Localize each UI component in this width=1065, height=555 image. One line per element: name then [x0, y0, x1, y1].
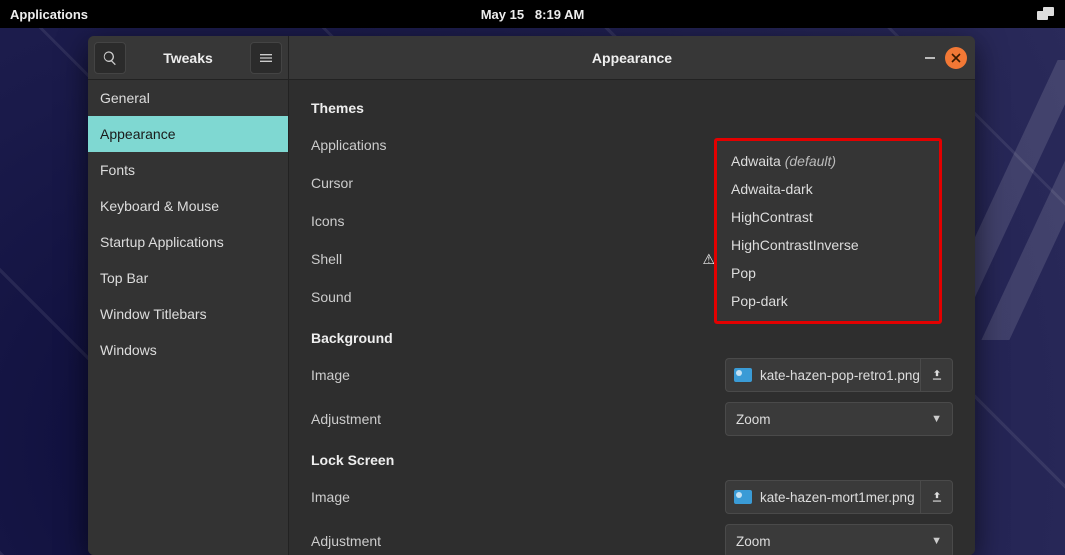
sidebar-item-keyboard-mouse[interactable]: Keyboard & Mouse	[88, 188, 288, 224]
background-adjustment-combo[interactable]: Zoom ▼	[725, 402, 953, 436]
close-icon	[951, 53, 961, 63]
upload-icon	[930, 368, 944, 382]
themes-applications-label: Applications	[311, 137, 491, 153]
search-icon	[102, 50, 118, 66]
clock-time: 8:19 AM	[535, 7, 584, 22]
minimize-icon	[925, 57, 935, 59]
app-title: Tweaks	[126, 50, 250, 66]
sidebar-item-startup-applications[interactable]: Startup Applications	[88, 224, 288, 260]
sidebar: General Appearance Fonts Keyboard & Mous…	[88, 80, 288, 555]
clock-date: May 15	[481, 7, 524, 22]
close-button[interactable]	[945, 47, 967, 69]
theme-option-pop-dark[interactable]: Pop-dark	[717, 287, 939, 315]
chevron-down-icon: ▼	[931, 535, 942, 547]
background-adjustment-label: Adjustment	[311, 411, 491, 427]
image-file-icon	[734, 490, 752, 504]
lockscreen-image-label: Image	[311, 489, 491, 505]
themes-shell-label: Shell	[311, 251, 491, 267]
themes-cursor-label: Cursor	[311, 175, 491, 191]
gnome-top-bar: Applications May 15 8:19 AM	[0, 0, 1065, 28]
lockscreen-adjustment-value: Zoom	[736, 534, 771, 549]
section-themes-title: Themes	[311, 100, 953, 116]
lockscreen-image-filename: kate-hazen-mort1mer.png	[760, 490, 915, 505]
theme-option-adwaita-dark[interactable]: Adwaita-dark	[717, 175, 939, 203]
sidebar-item-fonts[interactable]: Fonts	[88, 152, 288, 188]
applications-theme-popup: Adwaita (default) Adwaita-dark HighContr…	[714, 138, 942, 324]
theme-option-suffix: (default)	[785, 153, 836, 169]
background-image-browse-button[interactable]	[920, 359, 952, 391]
theme-option-highcontrast[interactable]: HighContrast	[717, 203, 939, 231]
theme-option-adwaita[interactable]: Adwaita (default)	[717, 147, 939, 175]
image-file-icon	[734, 368, 752, 382]
chevron-down-icon: ▼	[931, 413, 942, 425]
workspaces-icon[interactable]	[1037, 7, 1055, 21]
headerbar-right: Appearance	[288, 36, 975, 80]
background-image-chooser[interactable]: kate-hazen-pop-retro1.png	[725, 358, 953, 392]
section-lockscreen-title: Lock Screen	[311, 452, 953, 468]
sidebar-item-windows[interactable]: Windows	[88, 332, 288, 368]
upload-icon	[930, 490, 944, 504]
theme-option-label: Adwaita	[731, 153, 781, 169]
background-adjustment-value: Zoom	[736, 412, 771, 427]
hamburger-icon	[258, 50, 274, 66]
theme-option-highcontrastinverse[interactable]: HighContrastInverse	[717, 231, 939, 259]
lockscreen-image-browse-button[interactable]	[920, 481, 952, 513]
background-image-label: Image	[311, 367, 491, 383]
background-image-filename: kate-hazen-pop-retro1.png	[760, 368, 920, 383]
applications-menu[interactable]: Applications	[10, 7, 88, 22]
headerbar-left: Tweaks	[88, 36, 288, 80]
search-button[interactable]	[94, 42, 126, 74]
themes-sound-label: Sound	[311, 289, 491, 305]
sidebar-item-appearance[interactable]: Appearance	[88, 116, 288, 152]
content-area: Themes Applications Cursor Icons Shell ⚠…	[288, 80, 975, 555]
sidebar-item-top-bar[interactable]: Top Bar	[88, 260, 288, 296]
clock[interactable]: May 15 8:19 AM	[481, 7, 585, 22]
theme-option-pop[interactable]: Pop	[717, 259, 939, 287]
themes-icons-label: Icons	[311, 213, 491, 229]
lockscreen-adjustment-combo[interactable]: Zoom ▼	[725, 524, 953, 555]
tweaks-window: Tweaks Appearance General Appearance Fon…	[88, 36, 975, 555]
lockscreen-adjustment-label: Adjustment	[311, 533, 491, 549]
section-background-title: Background	[311, 330, 953, 346]
sidebar-item-general[interactable]: General	[88, 80, 288, 116]
minimize-button[interactable]	[925, 57, 935, 59]
hamburger-menu-button[interactable]	[250, 42, 282, 74]
sidebar-item-window-titlebars[interactable]: Window Titlebars	[88, 296, 288, 332]
lockscreen-image-chooser[interactable]: kate-hazen-mort1mer.png	[725, 480, 953, 514]
page-title: Appearance	[592, 50, 672, 66]
